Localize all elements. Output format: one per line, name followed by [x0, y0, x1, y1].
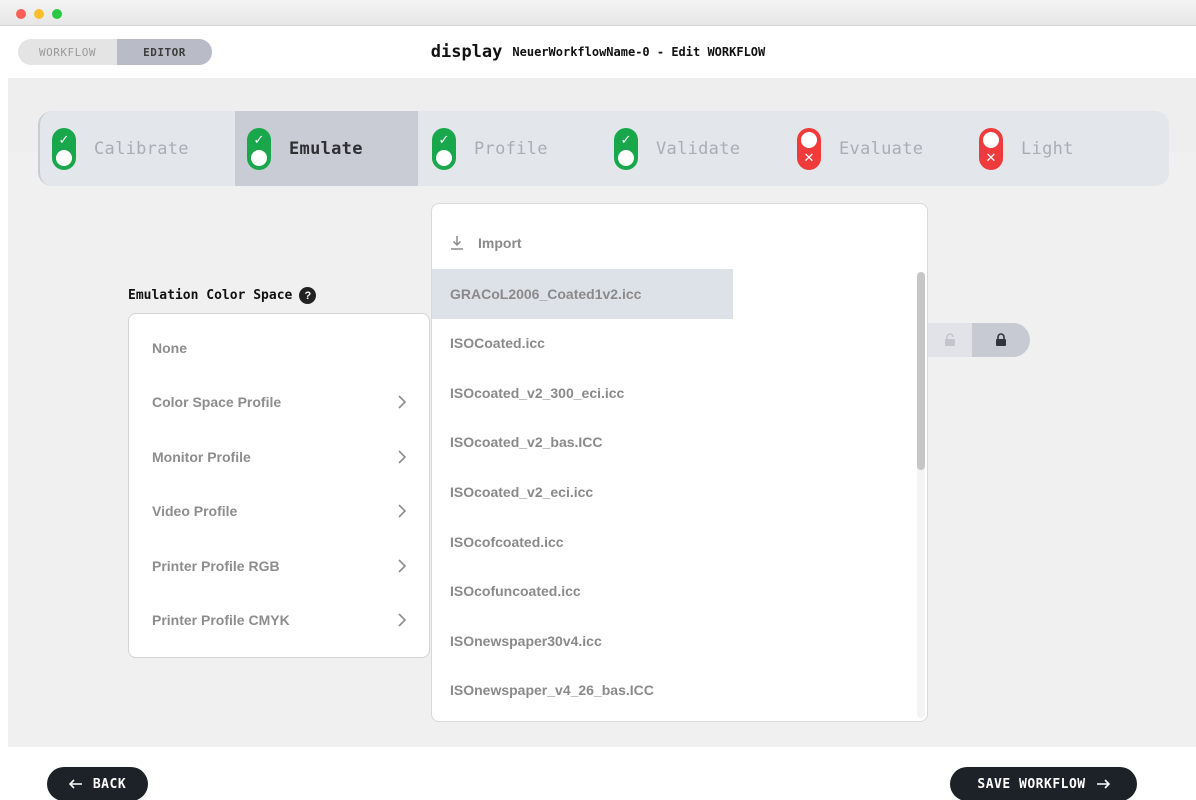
lock-toggle[interactable]	[928, 323, 1030, 357]
unlock-icon	[945, 333, 955, 346]
arrow-right-icon	[1096, 779, 1110, 789]
chevron-right-icon	[398, 613, 407, 627]
save-workflow-button[interactable]: SAVE WORKFLOW	[950, 767, 1137, 800]
back-button[interactable]: BACK	[47, 767, 148, 800]
step-status-incomplete-icon: ✕	[797, 127, 821, 170]
step-evaluate[interactable]: ✕ Evaluate	[797, 111, 967, 186]
app-header: WORKFLOW EDITOR display NeuerWorkflowNam…	[0, 26, 1196, 78]
profile-item[interactable]: ISOcoated_v2_300_eci.icc	[432, 368, 733, 418]
profile-item[interactable]: ISOnewspaper30v4.icc	[432, 616, 733, 666]
window-minimize-button[interactable]	[34, 9, 44, 19]
emulation-category-list: None Color Space Profile Monitor Profile…	[128, 313, 430, 658]
emulation-label-text: Emulation Color Space	[128, 288, 293, 303]
category-monitor-profile[interactable]: Monitor Profile	[129, 430, 429, 484]
window-titlebar	[0, 0, 1196, 26]
step-status-complete-icon: ✓	[52, 127, 76, 170]
arrow-left-icon	[68, 779, 82, 789]
step-status-complete-icon: ✓	[432, 127, 456, 170]
chevron-right-icon	[398, 450, 407, 464]
chevron-right-icon	[398, 504, 407, 518]
profile-dropdown: Import GRACoL2006_Coated1v2.icc ISOCoate…	[431, 203, 928, 722]
profile-item[interactable]: ISOcofcoated.icc	[432, 517, 733, 567]
step-emulate[interactable]: ✓ Emulate	[235, 111, 418, 186]
step-label: Calibrate	[94, 138, 189, 159]
list-item-label: Video Profile	[152, 503, 238, 519]
profile-item-selected[interactable]: GRACoL2006_Coated1v2.icc	[432, 269, 733, 319]
emulation-color-space-label: Emulation Color Space ?	[128, 287, 317, 304]
category-printer-profile-cmyk[interactable]: Printer Profile CMYK	[129, 593, 429, 647]
step-status-complete-icon: ✓	[614, 127, 638, 170]
profile-item[interactable]: ISOcofuncoated.icc	[432, 566, 733, 616]
save-workflow-label: SAVE WORKFLOW	[977, 776, 1086, 792]
category-color-space-profile[interactable]: Color Space Profile	[129, 375, 429, 429]
scrollbar-thumb[interactable]	[917, 272, 925, 470]
import-button[interactable]: Import	[432, 218, 927, 268]
category-video-profile[interactable]: Video Profile	[129, 484, 429, 538]
step-status-incomplete-icon: ✕	[979, 127, 1003, 170]
step-calibrate[interactable]: ✓ Calibrate	[52, 111, 232, 186]
back-button-label: BACK	[92, 776, 127, 792]
step-label: Evaluate	[839, 138, 924, 159]
list-item-label: Printer Profile CMYK	[152, 612, 290, 628]
list-item-label: Printer Profile RGB	[152, 558, 280, 574]
step-validate[interactable]: ✓ Validate	[614, 111, 784, 186]
chevron-right-icon	[398, 559, 407, 573]
list-item-label: Monitor Profile	[152, 449, 251, 465]
list-item-label: Color Space Profile	[152, 394, 282, 410]
window-zoom-button[interactable]	[52, 9, 62, 19]
page-title-sub: NeuerWorkflowName-0 - Edit WORKFLOW	[512, 45, 766, 59]
unlock-button[interactable]	[928, 323, 972, 357]
profile-item[interactable]: ISOcoated_v2_bas.ICC	[432, 417, 733, 467]
step-label: Light	[1021, 138, 1074, 159]
step-status-complete-icon: ✓	[247, 127, 271, 170]
category-none[interactable]: None	[129, 321, 429, 375]
step-label: Emulate	[289, 138, 363, 159]
page-title-main: display	[430, 42, 503, 62]
page-title: display NeuerWorkflowName-0 - Edit WORKF…	[0, 26, 1196, 78]
step-light[interactable]: ✕ Light	[979, 111, 1129, 186]
lock-icon	[996, 333, 1006, 346]
category-printer-profile-rgb[interactable]: Printer Profile RGB	[129, 539, 429, 593]
list-item-label: None	[152, 340, 187, 356]
step-label: Validate	[656, 138, 741, 159]
question-circle-icon[interactable]: ?	[299, 287, 317, 304]
workflow-steps: ✓ Calibrate ✓ Emulate ✓ Profile ✓ Valida…	[38, 111, 1169, 186]
import-label: Import	[478, 235, 522, 251]
profile-item[interactable]: ISOCoated.icc	[432, 318, 733, 368]
step-profile[interactable]: ✓ Profile	[432, 111, 602, 186]
dropdown-scrollbar[interactable]	[917, 272, 925, 718]
chevron-right-icon	[398, 395, 407, 409]
step-label: Profile	[474, 138, 548, 159]
profile-item[interactable]: ISOnewspaper_v4_26_bas.ICC	[432, 665, 733, 715]
window-close-button[interactable]	[16, 9, 26, 19]
profile-item[interactable]: ISOcoated_v2_eci.icc	[432, 467, 733, 517]
download-icon	[451, 236, 463, 250]
lock-button[interactable]	[972, 323, 1030, 357]
